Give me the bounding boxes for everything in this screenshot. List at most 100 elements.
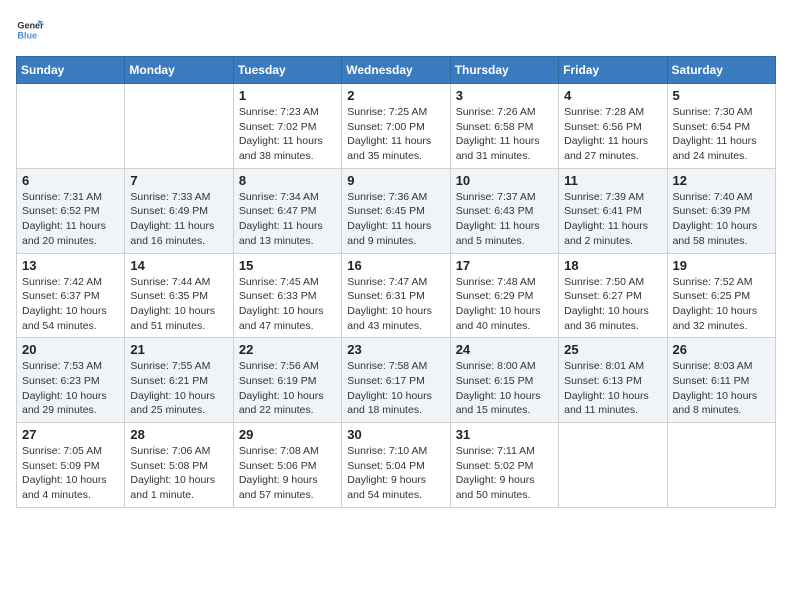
day-number: 10 (456, 173, 553, 188)
calendar-cell: 1 Sunrise: 7:23 AMSunset: 7:02 PMDaylight… (233, 84, 341, 169)
day-number: 5 (673, 88, 770, 103)
calendar-cell (559, 423, 667, 508)
calendar-cell: 20 Sunrise: 7:53 AMSunset: 6:23 PMDayligh… (17, 338, 125, 423)
day-number: 19 (673, 258, 770, 273)
day-number: 24 (456, 342, 553, 357)
calendar-cell: 22 Sunrise: 7:56 AMSunset: 6:19 PMDayligh… (233, 338, 341, 423)
calendar-cell: 18 Sunrise: 7:50 AMSunset: 6:27 PMDayligh… (559, 253, 667, 338)
calendar-cell: 2 Sunrise: 7:25 AMSunset: 7:00 PMDaylight… (342, 84, 450, 169)
day-number: 20 (22, 342, 119, 357)
day-info: Sunrise: 8:01 AMSunset: 6:13 PMDaylight:… (564, 359, 661, 418)
day-number: 31 (456, 427, 553, 442)
day-info: Sunrise: 7:08 AMSunset: 5:06 PMDaylight:… (239, 444, 336, 503)
day-info: Sunrise: 7:34 AMSunset: 6:47 PMDaylight:… (239, 190, 336, 249)
weekday-header-wednesday: Wednesday (342, 57, 450, 84)
weekday-header-sunday: Sunday (17, 57, 125, 84)
svg-text:Blue: Blue (17, 30, 37, 40)
day-number: 1 (239, 88, 336, 103)
calendar-cell: 10 Sunrise: 7:37 AMSunset: 6:43 PMDayligh… (450, 168, 558, 253)
day-info: Sunrise: 7:23 AMSunset: 7:02 PMDaylight:… (239, 105, 336, 164)
calendar-cell: 24 Sunrise: 8:00 AMSunset: 6:15 PMDayligh… (450, 338, 558, 423)
day-number: 2 (347, 88, 444, 103)
calendar-cell: 9 Sunrise: 7:36 AMSunset: 6:45 PMDaylight… (342, 168, 450, 253)
weekday-header-tuesday: Tuesday (233, 57, 341, 84)
generalblue-logo-icon: General Blue (16, 16, 44, 44)
calendar-cell: 28 Sunrise: 7:06 AMSunset: 5:08 PMDayligh… (125, 423, 233, 508)
day-number: 22 (239, 342, 336, 357)
day-info: Sunrise: 7:10 AMSunset: 5:04 PMDaylight:… (347, 444, 444, 503)
day-info: Sunrise: 7:56 AMSunset: 6:19 PMDaylight:… (239, 359, 336, 418)
calendar-cell: 29Sunrise: 7:08 AMSunset: 5:06 PMDayligh… (233, 423, 341, 508)
calendar-cell: 12 Sunrise: 7:40 AMSunset: 6:39 PMDayligh… (667, 168, 775, 253)
weekday-header-friday: Friday (559, 57, 667, 84)
day-info: Sunrise: 7:28 AMSunset: 6:56 PMDaylight:… (564, 105, 661, 164)
day-info: Sunrise: 7:52 AMSunset: 6:25 PMDaylight:… (673, 275, 770, 334)
day-info: Sunrise: 7:44 AMSunset: 6:35 PMDaylight:… (130, 275, 227, 334)
calendar-cell (125, 84, 233, 169)
day-info: Sunrise: 7:26 AMSunset: 6:58 PMDaylight:… (456, 105, 553, 164)
day-info: Sunrise: 8:03 AMSunset: 6:11 PMDaylight:… (673, 359, 770, 418)
calendar-cell: 14 Sunrise: 7:44 AMSunset: 6:35 PMDayligh… (125, 253, 233, 338)
day-number: 15 (239, 258, 336, 273)
calendar-cell (667, 423, 775, 508)
calendar-cell: 3Sunrise: 7:26 AMSunset: 6:58 PMDaylight… (450, 84, 558, 169)
calendar-cell: 30 Sunrise: 7:10 AMSunset: 5:04 PMDayligh… (342, 423, 450, 508)
day-number: 14 (130, 258, 227, 273)
day-info: Sunrise: 7:53 AMSunset: 6:23 PMDaylight:… (22, 359, 119, 418)
day-number: 11 (564, 173, 661, 188)
day-info: Sunrise: 7:06 AMSunset: 5:08 PMDaylight:… (130, 444, 227, 503)
calendar-cell: 8Sunrise: 7:34 AMSunset: 6:47 PMDaylight… (233, 168, 341, 253)
calendar-cell (17, 84, 125, 169)
day-number: 4 (564, 88, 661, 103)
calendar-cell: 27 Sunrise: 7:05 AMSunset: 5:09 PMDayligh… (17, 423, 125, 508)
day-number: 27 (22, 427, 119, 442)
day-info: Sunrise: 7:47 AMSunset: 6:31 PMDaylight:… (347, 275, 444, 334)
day-info: Sunrise: 7:50 AMSunset: 6:27 PMDaylight:… (564, 275, 661, 334)
calendar-cell: 26 Sunrise: 8:03 AMSunset: 6:11 PMDayligh… (667, 338, 775, 423)
calendar-cell: 11 Sunrise: 7:39 AMSunset: 6:41 PMDayligh… (559, 168, 667, 253)
day-number: 30 (347, 427, 444, 442)
page-header: General Blue (16, 16, 776, 44)
day-info: Sunrise: 7:40 AMSunset: 6:39 PMDaylight:… (673, 190, 770, 249)
day-info: Sunrise: 7:42 AMSunset: 6:37 PMDaylight:… (22, 275, 119, 334)
day-info: Sunrise: 7:05 AMSunset: 5:09 PMDaylight:… (22, 444, 119, 503)
calendar-cell: 19 Sunrise: 7:52 AMSunset: 6:25 PMDayligh… (667, 253, 775, 338)
day-number: 16 (347, 258, 444, 273)
day-number: 6 (22, 173, 119, 188)
day-info: Sunrise: 7:33 AMSunset: 6:49 PMDaylight:… (130, 190, 227, 249)
day-info: Sunrise: 7:25 AMSunset: 7:00 PMDaylight:… (347, 105, 444, 164)
day-info: Sunrise: 8:00 AMSunset: 6:15 PMDaylight:… (456, 359, 553, 418)
day-info: Sunrise: 7:58 AMSunset: 6:17 PMDaylight:… (347, 359, 444, 418)
calendar-cell: 13 Sunrise: 7:42 AMSunset: 6:37 PMDayligh… (17, 253, 125, 338)
day-number: 9 (347, 173, 444, 188)
calendar-cell: 5 Sunrise: 7:30 AMSunset: 6:54 PMDaylight… (667, 84, 775, 169)
calendar-cell: 31 Sunrise: 7:11 AMSunset: 5:02 PMDayligh… (450, 423, 558, 508)
day-number: 25 (564, 342, 661, 357)
day-info: Sunrise: 7:39 AMSunset: 6:41 PMDaylight:… (564, 190, 661, 249)
day-info: Sunrise: 7:36 AMSunset: 6:45 PMDaylight:… (347, 190, 444, 249)
day-number: 23 (347, 342, 444, 357)
calendar-cell: 4 Sunrise: 7:28 AMSunset: 6:56 PMDaylight… (559, 84, 667, 169)
calendar-cell: 21Sunrise: 7:55 AMSunset: 6:21 PMDayligh… (125, 338, 233, 423)
calendar-cell: 7Sunrise: 7:33 AMSunset: 6:49 PMDaylight… (125, 168, 233, 253)
day-number: 17 (456, 258, 553, 273)
day-info: Sunrise: 7:11 AMSunset: 5:02 PMDaylight:… (456, 444, 553, 503)
weekday-header-thursday: Thursday (450, 57, 558, 84)
day-info: Sunrise: 7:45 AMSunset: 6:33 PMDaylight:… (239, 275, 336, 334)
day-number: 26 (673, 342, 770, 357)
weekday-header-saturday: Saturday (667, 57, 775, 84)
day-number: 28 (130, 427, 227, 442)
day-number: 12 (673, 173, 770, 188)
day-number: 21 (130, 342, 227, 357)
day-number: 13 (22, 258, 119, 273)
calendar-cell: 17 Sunrise: 7:48 AMSunset: 6:29 PMDayligh… (450, 253, 558, 338)
calendar-table: SundayMondayTuesdayWednesdayThursdayFrid… (16, 56, 776, 508)
calendar-cell: 16 Sunrise: 7:47 AMSunset: 6:31 PMDayligh… (342, 253, 450, 338)
day-number: 18 (564, 258, 661, 273)
day-info: Sunrise: 7:48 AMSunset: 6:29 PMDaylight:… (456, 275, 553, 334)
calendar-cell: 23 Sunrise: 7:58 AMSunset: 6:17 PMDayligh… (342, 338, 450, 423)
calendar-cell: 25 Sunrise: 8:01 AMSunset: 6:13 PMDayligh… (559, 338, 667, 423)
day-info: Sunrise: 7:37 AMSunset: 6:43 PMDaylight:… (456, 190, 553, 249)
day-info: Sunrise: 7:30 AMSunset: 6:54 PMDaylight:… (673, 105, 770, 164)
logo: General Blue (16, 16, 48, 44)
